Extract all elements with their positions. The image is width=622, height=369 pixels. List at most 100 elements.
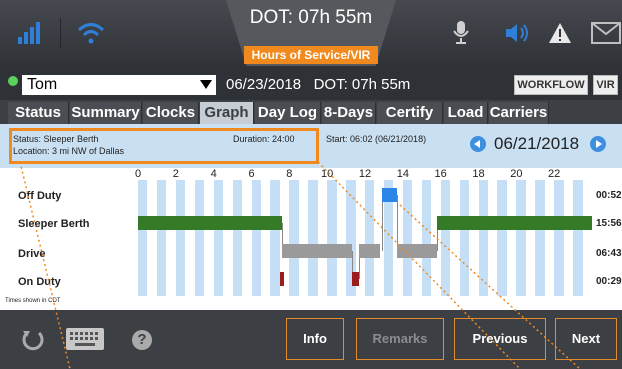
driver-name: Tom [27, 76, 58, 93]
grid-stripe [402, 180, 413, 296]
grid-stripe [554, 180, 564, 296]
next-button[interactable]: Next [555, 318, 617, 360]
status-info-panel: Status: Sleeper Berth Location: 3 mi NW … [0, 124, 622, 168]
grid-stripe [213, 180, 224, 296]
grid-stripe [175, 180, 186, 296]
tab-status[interactable]: Status [8, 102, 69, 124]
grid-stripe [232, 180, 243, 296]
tab-summary[interactable]: Summary [70, 102, 142, 124]
alert-icon[interactable] [545, 18, 575, 48]
grid-stripe [194, 180, 205, 296]
row-label-off-duty: Off Duty [18, 190, 62, 202]
duty-segment[interactable] [436, 216, 592, 230]
grid-stripe [365, 180, 375, 296]
bottom-toolbar: ? Info Remarks Previous Next [0, 310, 622, 369]
chevron-down-icon [200, 80, 212, 89]
status-transition-line [382, 195, 384, 251]
on-duty-segment[interactable] [279, 272, 284, 286]
hour-label: 16 [434, 168, 447, 180]
on-duty-segment[interactable] [351, 272, 356, 286]
help-icon[interactable]: ? [132, 330, 152, 350]
next-date-button[interactable] [590, 136, 606, 152]
tab-carriers[interactable]: Carriers [489, 102, 549, 124]
grid-stripe [308, 180, 318, 296]
row-label-on-duty: On Duty [18, 276, 61, 288]
wifi-icon [60, 18, 120, 48]
duty-segment[interactable] [382, 188, 398, 202]
vir-button[interactable]: VIR [593, 75, 618, 95]
duty-segment[interactable] [281, 244, 352, 258]
row-label-sleeper-berth: Sleeper Berth [18, 218, 90, 230]
grid-stripe [327, 180, 337, 296]
location-text: Location: 3 mi NW of Dallas [13, 146, 125, 156]
duration-text: Duration: 24:00 [233, 134, 295, 144]
chevron-left-icon [474, 140, 480, 148]
hour-label: 4 [210, 168, 217, 180]
remarks-button[interactable]: Remarks [356, 318, 444, 360]
refresh-icon[interactable] [20, 327, 46, 353]
grid-stripe [421, 180, 432, 296]
tab-load[interactable]: Load [444, 102, 488, 124]
start-text: Start: 06:02 (06/21/2018) [326, 134, 427, 144]
date-dot-summary: 06/23/2018 DOT: 07h 55m [226, 76, 411, 93]
online-status-icon [8, 76, 18, 86]
grid-stripe [459, 180, 470, 296]
grid-stripe [535, 180, 545, 296]
top-bar: DOT: 07h 55m Hours of Service/VIR [0, 0, 622, 66]
hour-axis: 0 2 4 6 8 10 12 14 16 18 20 22 [0, 168, 622, 180]
driver-select[interactable]: Tom [22, 75, 216, 95]
grid-stripe [138, 180, 148, 296]
row-label-drive: Drive [18, 248, 46, 260]
grid-stripe [497, 180, 507, 296]
dot-clock-title: DOT: 07h 55m [249, 7, 373, 28]
signal-bars-icon [10, 18, 50, 48]
status-transition-line [397, 195, 399, 251]
duty-status-graph[interactable] [138, 180, 592, 296]
row-total-sleeper-berth: 15:56 [596, 218, 622, 229]
chevron-right-icon [596, 140, 602, 148]
speaker-icon[interactable] [498, 18, 538, 48]
grid-stripe [270, 180, 280, 296]
hour-label: 14 [396, 168, 409, 180]
hours-of-service-button[interactable]: Hours of Service/VIR [244, 46, 378, 64]
duty-segment[interactable] [397, 244, 437, 258]
duty-segment[interactable] [138, 216, 282, 230]
tab-certify[interactable]: Certify [377, 102, 443, 124]
graph-panel: Status: Sleeper Berth Location: 3 mi NW … [0, 124, 622, 310]
row-total-off-duty: 00:52 [596, 190, 622, 201]
hour-label: 22 [548, 168, 561, 180]
hour-label: 2 [172, 168, 179, 180]
workflow-button[interactable]: WORKFLOW [514, 75, 588, 95]
keyboard-icon[interactable] [66, 328, 104, 350]
microphone-icon[interactable] [446, 18, 476, 48]
hour-label: 6 [248, 168, 255, 180]
graph-date: 06/21/2018 [494, 134, 580, 153]
grid-stripe [289, 180, 299, 296]
grid-stripe [478, 180, 488, 296]
hour-label: 12 [358, 168, 372, 180]
tab-day-log[interactable]: Day Log [255, 102, 321, 124]
driver-row: Tom 06/23/2018 DOT: 07h 55m WORKFLOW VIR [0, 66, 622, 100]
hour-label: 18 [472, 168, 485, 180]
info-button[interactable]: Info [286, 318, 344, 360]
grid-stripe [156, 180, 167, 296]
grid-stripe [440, 180, 451, 296]
duty-segment[interactable] [359, 244, 381, 258]
hour-label: 20 [510, 168, 523, 180]
grid-stripe [251, 180, 261, 296]
tab-clocks[interactable]: Clocks [143, 102, 199, 124]
mail-icon[interactable] [590, 18, 622, 48]
timezone-note: Times shown in CDT [5, 298, 61, 304]
grid-stripe [516, 180, 526, 296]
row-total-drive: 06:43 [596, 248, 622, 259]
status-text: Status: Sleeper Berth [13, 134, 99, 144]
hour-label: 10 [321, 168, 334, 180]
grid-stripe [573, 180, 583, 296]
tab-graph[interactable]: Graph [200, 102, 254, 124]
previous-button[interactable]: Previous [454, 318, 546, 360]
tab-bar: Status Summary Clocks Graph Day Log 8-Da… [0, 102, 622, 124]
previous-date-button[interactable] [470, 136, 486, 152]
hour-label: 8 [286, 168, 293, 180]
row-total-on-duty: 00:29 [596, 276, 622, 287]
tab-8-days[interactable]: 8-Days [322, 102, 376, 124]
